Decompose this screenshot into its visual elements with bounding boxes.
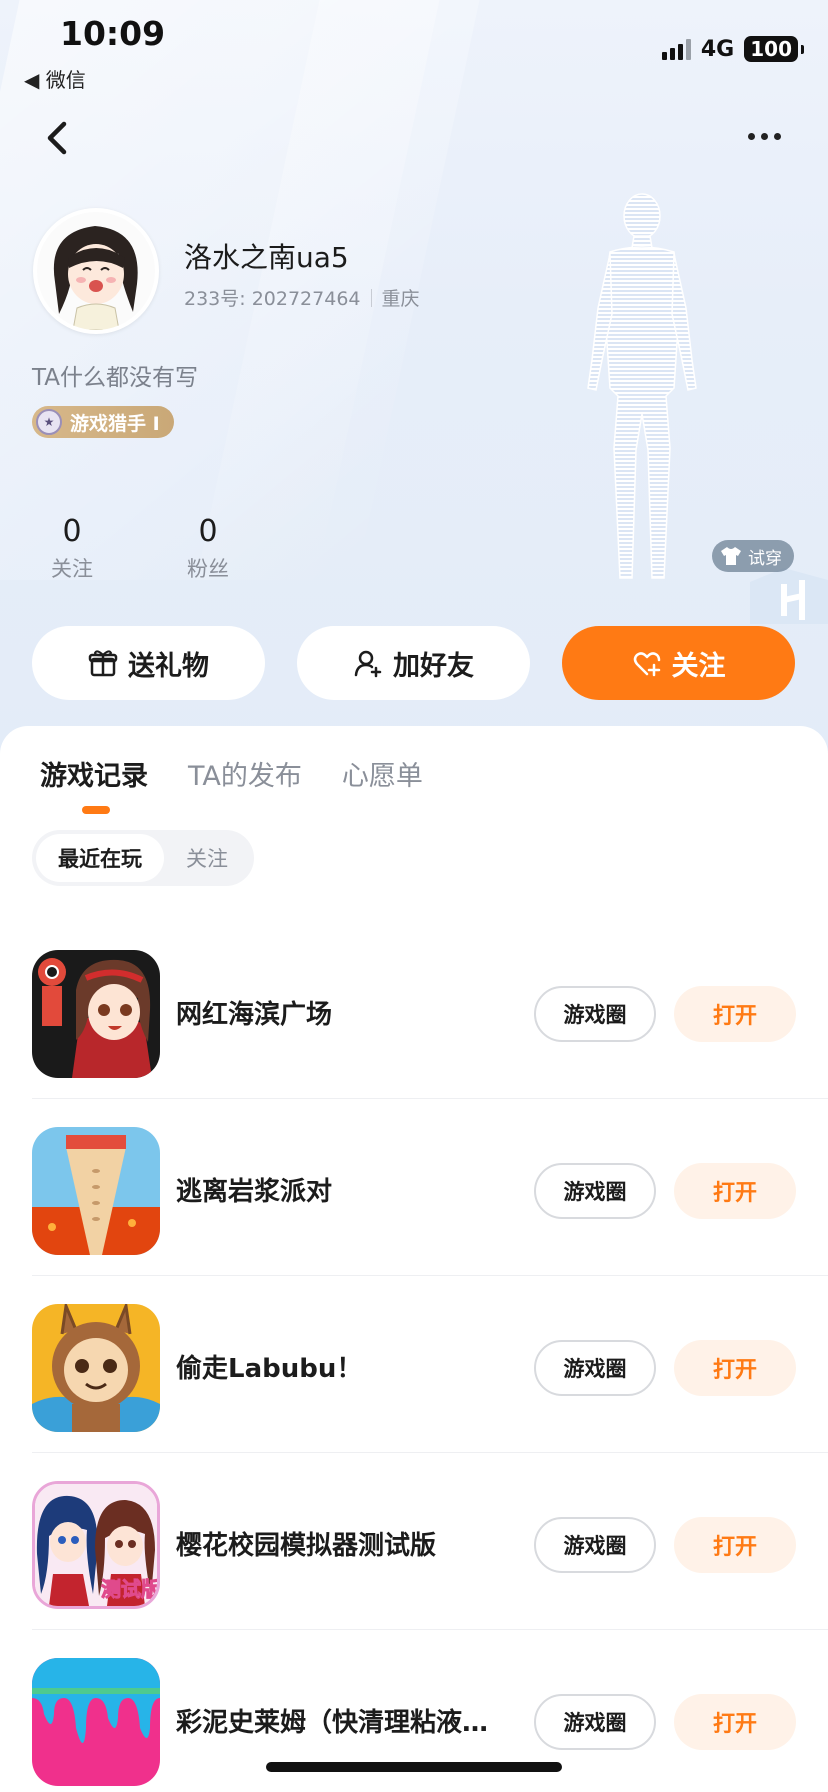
- game-icon-image: 测试版: [35, 1484, 157, 1606]
- tshirt-icon: [721, 547, 741, 565]
- send-gift-button[interactable]: 送礼物: [32, 626, 265, 700]
- list-item[interactable]: 网红海滨广场 游戏圈 打开: [0, 922, 828, 1099]
- more-options-button[interactable]: [748, 124, 788, 148]
- game-icon-image: [32, 1658, 160, 1786]
- more-dot: [774, 132, 781, 140]
- game-name: 偷走Labubu！: [176, 1354, 363, 1384]
- badge-icon: ★: [36, 409, 62, 435]
- username: 洛水之南ua5: [184, 241, 349, 274]
- game-circle-button[interactable]: 游戏圈: [534, 986, 656, 1042]
- add-friend-button[interactable]: 加好友: [297, 626, 530, 700]
- game-circle-button[interactable]: 游戏圈: [534, 1694, 656, 1750]
- user-bio: TA什么都没有写: [32, 365, 198, 391]
- profile-tabs: 游戏记录 TA的发布 心愿单: [40, 754, 423, 793]
- game-name: 彩泥史莱姆（快清理粘液…: [176, 1708, 489, 1738]
- game-icon: [32, 1127, 160, 1255]
- badge-label: 游戏猎手 Ⅰ: [70, 412, 160, 435]
- open-game-button[interactable]: 打开: [674, 1694, 796, 1750]
- open-game-button[interactable]: 打开: [674, 1517, 796, 1573]
- game-icon: [32, 950, 160, 1078]
- send-gift-label: 送礼物: [128, 650, 209, 682]
- open-game-button[interactable]: 打开: [674, 1340, 796, 1396]
- status-time: 10:09: [60, 14, 166, 53]
- game-name: 樱花校园模拟器测试版: [176, 1531, 437, 1561]
- game-name: 网红海滨广场: [176, 1000, 333, 1030]
- list-item[interactable]: 偷走Labubu！ 游戏圈 打开: [0, 1276, 828, 1453]
- stat-fans-count: 0: [198, 514, 218, 549]
- back-to-wechat[interactable]: ◀ 微信: [24, 64, 86, 93]
- content-panel: 游戏记录 TA的发布 心愿单 最近在玩 关注 网红海滨广场 游戏圈 打开 逃离岩…: [0, 726, 828, 1792]
- tab-wishlist[interactable]: 心愿单: [342, 754, 423, 793]
- subtab-followed[interactable]: 关注: [164, 834, 250, 882]
- more-dot: [761, 132, 768, 140]
- back-button[interactable]: [38, 116, 78, 160]
- profile-meta: 233号: 202727464 重庆: [184, 284, 420, 311]
- network-type: 4G: [700, 36, 735, 62]
- follow-label: 关注: [671, 650, 726, 682]
- user-id: 233号: 202727464: [184, 288, 361, 310]
- stat-following[interactable]: 0 关注: [32, 514, 112, 583]
- game-icon-image: [32, 1127, 160, 1255]
- stat-fans[interactable]: 0 粉丝: [168, 514, 248, 583]
- avatar[interactable]: [33, 208, 159, 334]
- open-game-button[interactable]: 打开: [674, 986, 796, 1042]
- gift-icon: [88, 650, 118, 677]
- add-user-icon: [354, 650, 382, 678]
- try-on-label: 试穿: [748, 548, 782, 569]
- game-circle-button[interactable]: 游戏圈: [534, 1163, 656, 1219]
- chevron-left-icon: [47, 121, 67, 155]
- meta-divider: [370, 288, 372, 307]
- game-icon-image: [32, 1304, 160, 1432]
- list-item[interactable]: 逃离岩浆派对 游戏圈 打开: [0, 1099, 828, 1276]
- subtab-recently-played[interactable]: 最近在玩: [36, 834, 164, 882]
- list-item[interactable]: 测试版 樱花校园模拟器测试版 游戏圈 打开: [0, 1453, 828, 1630]
- avatar-image: [37, 212, 155, 330]
- battery-icon: 100: [744, 36, 804, 62]
- game-circle-button[interactable]: 游戏圈: [534, 1340, 656, 1396]
- game-icon: [32, 1304, 160, 1432]
- user-location: 重庆: [381, 288, 420, 310]
- signal-icon: [661, 38, 691, 60]
- add-friend-label: 加好友: [393, 650, 474, 682]
- stat-following-count: 0: [62, 514, 82, 549]
- active-tab-indicator: [82, 806, 110, 814]
- game-name: 逃离岩浆派对: [176, 1177, 333, 1207]
- tab-posts[interactable]: TA的发布: [188, 754, 302, 793]
- user-badge[interactable]: ★ 游戏猎手 Ⅰ: [32, 406, 174, 438]
- open-game-button[interactable]: 打开: [674, 1163, 796, 1219]
- game-circle-button[interactable]: 游戏圈: [534, 1517, 656, 1573]
- avatar-figure-placeholder[interactable]: [570, 188, 710, 588]
- game-list: 网红海滨广场 游戏圈 打开 逃离岩浆派对 游戏圈 打开 偷走Labubu！ 游戏…: [0, 922, 828, 1792]
- try-on-button[interactable]: 试穿: [712, 540, 794, 572]
- tab-game-records[interactable]: 游戏记录: [40, 754, 148, 793]
- stat-fans-label: 粉丝: [187, 557, 229, 581]
- more-dot: [748, 132, 755, 140]
- home-indicator[interactable]: [266, 1762, 562, 1772]
- game-icon-image: [32, 950, 160, 1078]
- game-record-filter: 最近在玩 关注: [32, 830, 254, 886]
- test-version-label: 测试版: [101, 1577, 157, 1601]
- profile-actions: 送礼物 加好友 关注: [32, 626, 796, 700]
- heart-plus-icon: [633, 652, 660, 677]
- game-icon: [32, 1658, 160, 1786]
- follow-button[interactable]: 关注: [562, 626, 795, 700]
- game-icon: 测试版: [32, 1481, 160, 1609]
- figure-silhouette-icon: [587, 193, 697, 579]
- stat-following-label: 关注: [51, 557, 93, 581]
- status-indicators: 4G 100: [661, 36, 804, 62]
